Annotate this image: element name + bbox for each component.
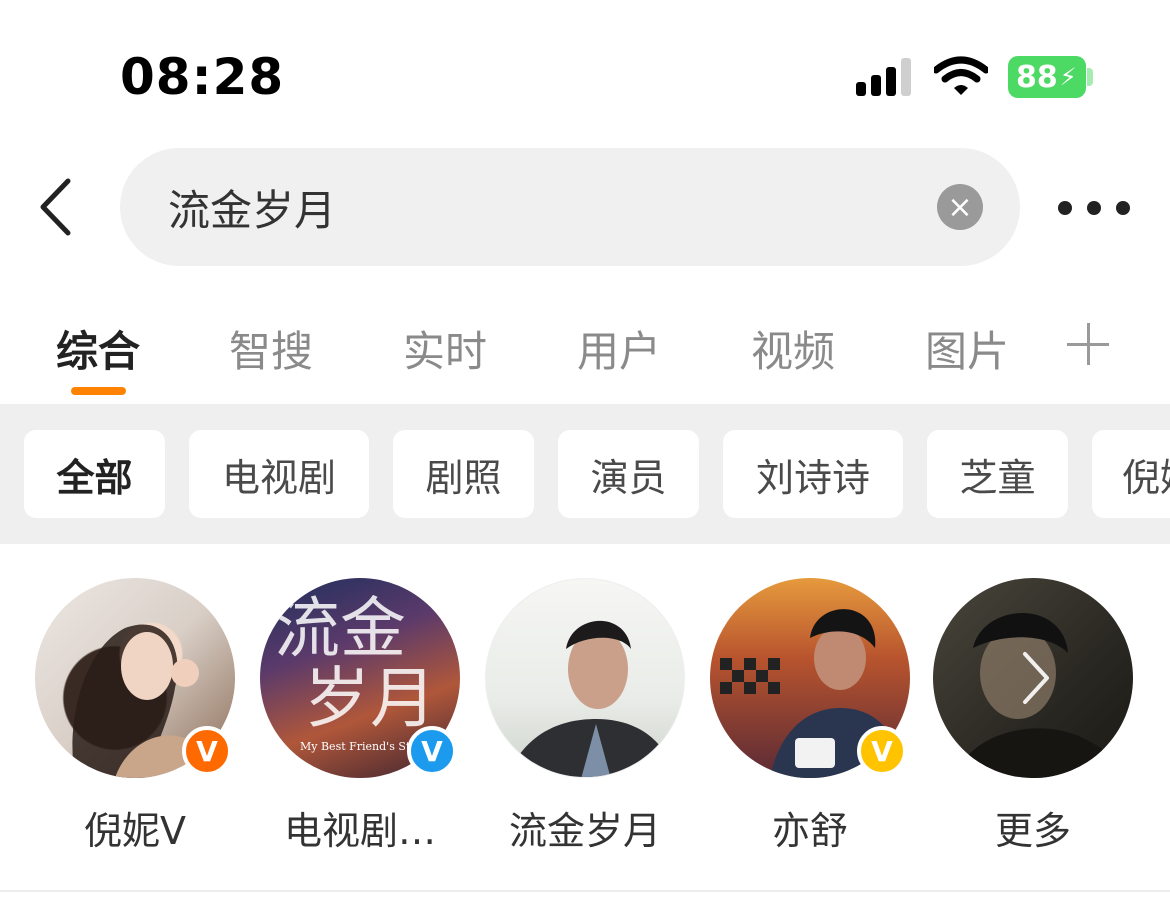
- avatar: [933, 578, 1133, 778]
- filter-chip-tv-series[interactable]: 电视剧: [189, 430, 369, 518]
- signal-icon: [856, 58, 911, 96]
- tab-videos[interactable]: 视频: [751, 318, 835, 379]
- account-item-ni-ni[interactable]: V 倪妮V: [30, 578, 240, 868]
- verified-badge: V: [857, 726, 907, 776]
- add-tab-plus-icon[interactable]: [1067, 323, 1109, 365]
- status-time: 08:28: [120, 48, 285, 106]
- battery-indicator: 88 ⚡: [1008, 56, 1086, 98]
- charging-bolt-icon: ⚡: [1059, 63, 1077, 91]
- filter-bar: 全部 电视剧 剧照 演员 刘诗诗 芝童 倪妮: [0, 404, 1170, 544]
- more-dots-icon: [1087, 201, 1101, 215]
- account-name: 倪妮V: [84, 809, 186, 853]
- back-button[interactable]: [30, 172, 80, 242]
- account-item-tv-series[interactable]: 流金 岁月 My Best Friend's Story V 电视剧…: [255, 578, 465, 868]
- tab-images[interactable]: 图片: [925, 318, 1009, 379]
- battery-cap: [1087, 68, 1093, 86]
- tab-users[interactable]: 用户: [577, 318, 661, 379]
- related-accounts-row: V 倪妮V 流金 岁月 My Best Friend's Story V 电视剧…: [0, 544, 1170, 890]
- clear-search-button[interactable]: ×: [937, 184, 983, 230]
- wifi-icon: [934, 56, 988, 95]
- section-divider: [0, 890, 1170, 892]
- search-box[interactable]: ×: [120, 148, 1020, 266]
- status-bar: 08:28 88 ⚡: [0, 0, 1170, 150]
- more-label: 更多: [994, 809, 1071, 853]
- chevron-right-icon: [1023, 652, 1049, 704]
- verified-badge: V: [407, 726, 457, 776]
- clear-icon: ×: [947, 189, 973, 225]
- account-item-liujin-suiyue[interactable]: 流金岁月: [480, 578, 690, 868]
- active-tab-indicator: [71, 387, 126, 395]
- filter-chip-zhitong[interactable]: 芝童: [927, 430, 1068, 518]
- search-input[interactable]: [168, 178, 868, 236]
- more-options-button[interactable]: [1058, 188, 1130, 228]
- poster-title-line-2: 岁月: [304, 660, 436, 737]
- more-accounts-button[interactable]: 更多: [928, 578, 1138, 868]
- tab-comprehensive[interactable]: 综合: [56, 318, 140, 379]
- filter-chip-liu-shishi[interactable]: 刘诗诗: [723, 430, 903, 518]
- poster-title-line-1: 流金: [274, 590, 406, 667]
- filter-chip-all[interactable]: 全部: [24, 430, 165, 518]
- avatar: [485, 578, 685, 778]
- search-tabs: 综合 智搜 实时 用户 视频 图片: [0, 300, 1170, 404]
- more-dots-icon: [1116, 201, 1130, 215]
- verified-badge: V: [182, 726, 232, 776]
- filter-chip-actors[interactable]: 演员: [558, 430, 699, 518]
- more-dots-icon: [1058, 201, 1072, 215]
- account-name: 亦舒: [771, 809, 848, 853]
- portrait-man-image: [506, 620, 676, 777]
- account-item-yi-shu[interactable]: V 亦舒: [705, 578, 915, 868]
- tab-smart-search[interactable]: 智搜: [229, 318, 313, 379]
- filter-chip-stills[interactable]: 剧照: [393, 430, 534, 518]
- back-arrow-icon: [40, 178, 71, 236]
- battery-level: 88: [1016, 59, 1058, 95]
- tab-realtime[interactable]: 实时: [403, 318, 487, 379]
- account-name: 电视剧…: [283, 809, 436, 853]
- account-name: 流金岁月: [508, 809, 661, 853]
- filter-chip-ni-ni[interactable]: 倪妮: [1092, 430, 1170, 518]
